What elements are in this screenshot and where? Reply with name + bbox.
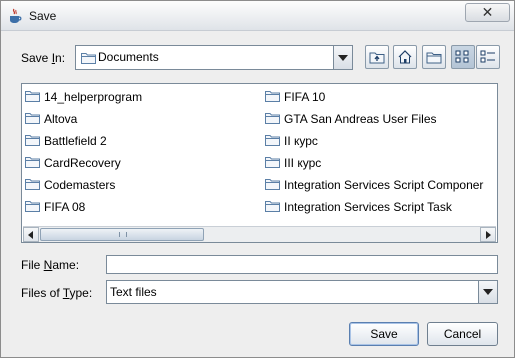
folder-list-item[interactable]: FIFA 10 <box>265 88 496 106</box>
folder-icon <box>25 135 40 146</box>
folder-list-item[interactable]: Altova <box>25 110 255 128</box>
folder-icon <box>265 157 280 168</box>
home-button[interactable] <box>393 45 417 69</box>
cancel-button[interactable]: Cancel <box>427 322 498 346</box>
file-name-label-part: ame: <box>52 258 80 272</box>
list-view-button[interactable] <box>451 45 475 69</box>
folder-icon <box>25 157 40 168</box>
folder-icon <box>25 179 40 190</box>
folder-list-item[interactable]: Integration Services Script Componer <box>265 176 496 194</box>
folder-name: Battlefield 2 <box>44 134 107 148</box>
folder-icon <box>81 53 96 64</box>
folder-list-item[interactable]: CardRecovery <box>25 154 255 172</box>
file-type-value: Text files <box>110 285 157 299</box>
folder-name: Integration Services Script Task <box>284 200 452 214</box>
file-type-label-part: ype: <box>69 286 93 300</box>
folder-list-item[interactable]: GTA San Andreas User Files <box>265 110 496 128</box>
chevron-down-icon[interactable] <box>478 281 497 303</box>
window-title: Save <box>29 9 57 23</box>
folder-name: CardRecovery <box>44 156 121 170</box>
save-in-combobox[interactable]: Documents <box>75 45 353 70</box>
horizontal-scrollbar[interactable] <box>23 226 496 242</box>
folder-name: FIFA 10 <box>284 90 326 104</box>
new-folder-icon <box>426 52 442 64</box>
folder-icon <box>265 135 280 146</box>
details-view-icon <box>480 50 495 63</box>
folder-list-item[interactable]: Codemasters <box>25 176 255 194</box>
folder-name: Integration Services Script Componer <box>284 178 484 192</box>
folder-name: Altova <box>44 112 78 126</box>
file-name-label-part: File <box>21 258 44 272</box>
chevron-down-icon[interactable] <box>333 46 352 69</box>
folder-list-item[interactable]: III курс <box>265 154 496 172</box>
folder-list-item[interactable]: II курс <box>265 132 496 150</box>
save-dialog: Save ✕ Save In: Documents 14_helperprogr… <box>0 0 515 358</box>
close-icon: ✕ <box>481 4 494 20</box>
list-view-icon <box>455 50 469 63</box>
file-name-field[interactable] <box>106 255 498 274</box>
folder-list-item[interactable]: 14_helperprogram <box>25 88 255 106</box>
folder-icon <box>25 113 40 124</box>
folder-list-item[interactable]: Battlefield 2 <box>25 132 255 150</box>
java-cup-icon <box>10 8 22 23</box>
folder-name: II курс <box>284 134 318 148</box>
up-one-level-button[interactable] <box>365 45 389 69</box>
details-view-button[interactable] <box>476 45 500 69</box>
title-bar[interactable]: Save ✕ <box>1 1 514 31</box>
folder-name: 14_helperprogram <box>44 90 143 104</box>
file-type-label-part: Files of <box>21 286 63 300</box>
folder-name: III курс <box>284 156 322 170</box>
up-one-level-icon <box>369 52 385 64</box>
folder-icon <box>25 201 40 212</box>
home-icon <box>398 50 412 64</box>
folder-list-item[interactable]: Integration Services Script Task <box>265 198 496 216</box>
save-in-label-part: Save <box>21 51 52 65</box>
folder-name: FIFA 08 <box>44 200 86 214</box>
folder-icon <box>25 91 40 102</box>
save-in-label: Save In: <box>21 51 65 65</box>
folder-icon <box>265 201 280 212</box>
file-type-label: Files of Type: <box>21 286 92 300</box>
close-button[interactable]: ✕ <box>465 3 510 22</box>
file-name-label: File Name: <box>21 258 79 272</box>
folder-name: Codemasters <box>44 178 116 192</box>
new-folder-button[interactable] <box>422 45 446 69</box>
scroll-thumb[interactable] <box>40 228 204 241</box>
save-button[interactable]: Save <box>349 322 419 346</box>
scroll-left-button[interactable] <box>23 227 39 242</box>
folder-icon <box>265 179 280 190</box>
file-type-combobox[interactable]: Text files <box>106 280 498 304</box>
folder-icon <box>265 113 280 124</box>
folder-icon <box>265 91 280 102</box>
folder-name: GTA San Andreas User Files <box>284 112 437 126</box>
file-list[interactable]: 14_helperprogram Altova Battlefield 2 CardR… <box>21 83 498 243</box>
save-in-value: Documents <box>98 50 159 64</box>
folder-list-item[interactable]: FIFA 08 <box>25 198 255 216</box>
scroll-right-button[interactable] <box>480 227 496 242</box>
save-in-label-part: n: <box>55 51 66 65</box>
